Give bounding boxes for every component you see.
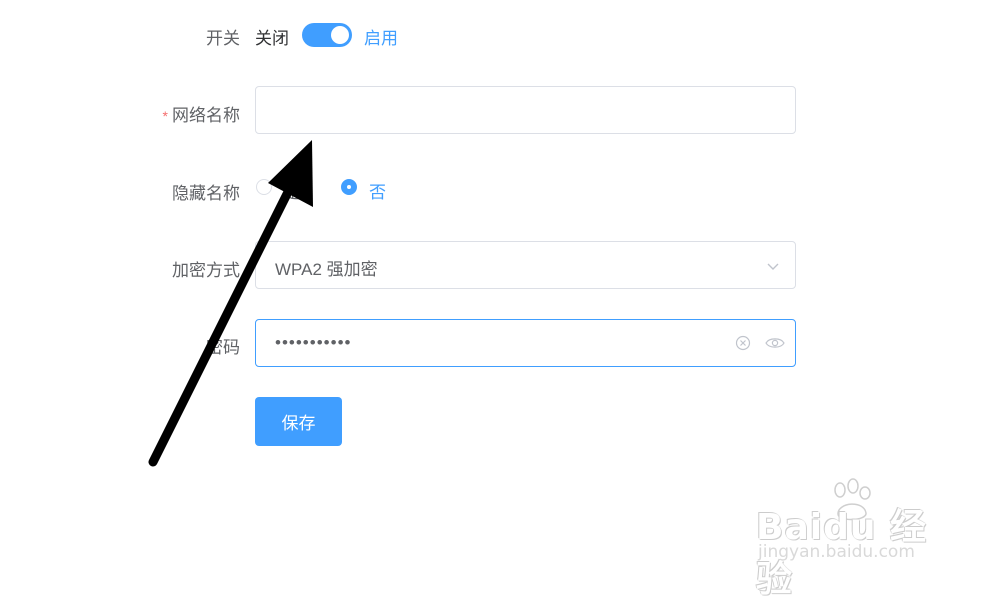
required-mark: * — [162, 108, 168, 124]
password-label: 密码 — [206, 338, 240, 357]
hide-radio-no-label: 否 — [369, 183, 386, 202]
encryption-select[interactable]: WPA2 强加密 — [255, 241, 796, 289]
eye-icon[interactable] — [765, 335, 785, 356]
ssid-input[interactable] — [275, 87, 715, 133]
watermark: Baidu 经验 jingyan.baidu.com — [756, 478, 956, 600]
hide-radio-yes-label: 是 — [284, 183, 301, 202]
watermark-url: jingyan.baidu.com — [758, 542, 915, 562]
watermark-logo-text: Baidu 经验 — [756, 507, 928, 600]
password-field[interactable] — [255, 319, 796, 367]
ssid-field[interactable] — [255, 86, 796, 134]
enable-switch[interactable] — [302, 23, 352, 47]
save-button[interactable]: 保存 — [255, 397, 342, 446]
switch-label: 开关 — [206, 29, 240, 48]
paw-icon — [834, 478, 871, 521]
chevron-down-icon — [765, 258, 781, 279]
radio-circle — [256, 179, 272, 195]
ssid-label: * 网络名称 — [163, 101, 240, 126]
encryption-value: WPA2 强加密 — [275, 260, 378, 279]
password-input[interactable] — [275, 320, 715, 366]
clear-circle-icon[interactable] — [735, 335, 751, 356]
radio-circle — [341, 179, 357, 195]
switch-on-text: 启用 — [364, 29, 398, 48]
switch-off-text: 关闭 — [255, 29, 289, 48]
encryption-label: 加密方式 — [172, 261, 240, 280]
ssid-label-text: 网络名称 — [172, 106, 240, 125]
hide-label: 隐藏名称 — [172, 184, 240, 203]
switch-knob — [331, 26, 349, 44]
